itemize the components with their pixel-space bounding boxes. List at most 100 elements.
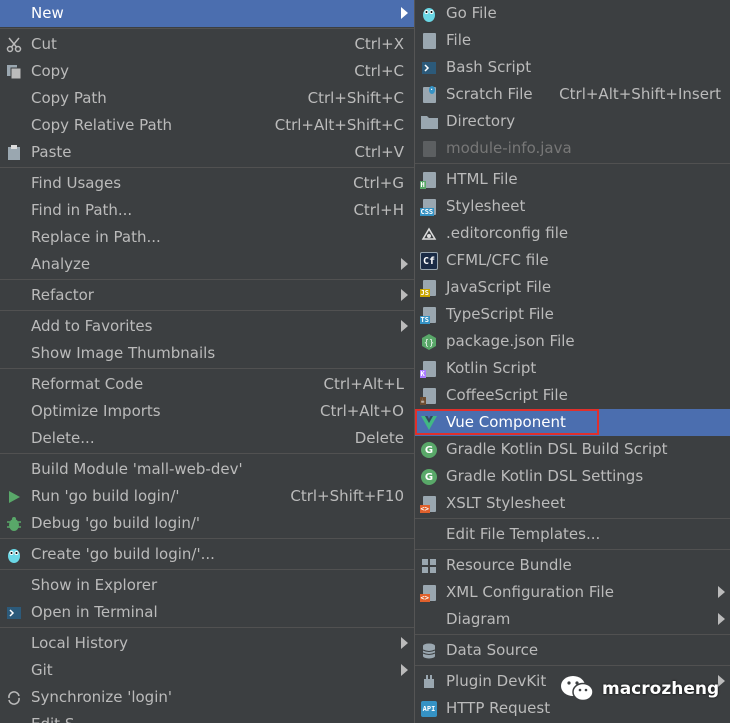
menu-item-label: Create 'go build login/'...: [31, 545, 215, 563]
main_menu-item-paste[interactable]: Paste Ctrl+V: [0, 139, 414, 166]
menu-item-label: Analyze: [31, 255, 91, 273]
context-menu: New Cut Ctrl+X Copy Ctrl+C Copy Path Ctrl+Shif…: [0, 0, 414, 723]
kotlin-icon: K: [419, 360, 438, 378]
menu-item-shortcut: Ctrl+Alt+Shift+Insert: [559, 85, 721, 103]
sub_menu-item-javascript-file[interactable]: JS JavaScript File: [415, 274, 730, 301]
main_menu-item-optimize-imports[interactable]: Optimize Imports Ctrl+Alt+O: [0, 398, 414, 425]
menu-item-shortcut: Ctrl+X: [354, 35, 404, 53]
sub_menu-item-gradle-kotlin-dsl-build-script[interactable]: G Gradle Kotlin DSL Build Script: [415, 436, 730, 463]
main_menu-item-open-in-terminal[interactable]: Open in Terminal: [0, 599, 414, 626]
menu-item-label: XML Configuration File: [446, 583, 614, 601]
main_menu-item-show-in-explorer[interactable]: Show in Explorer: [0, 572, 414, 599]
submenu-arrow-icon: [718, 613, 725, 625]
sub_menu-item-file[interactable]: File: [415, 27, 730, 54]
menu-item-label: Optimize Imports: [31, 402, 161, 420]
main_menu-item-find-usages[interactable]: Find Usages Ctrl+G: [0, 170, 414, 197]
sync-icon: [5, 689, 23, 707]
menu-item-label: XSLT Stylesheet: [446, 494, 566, 512]
menu-item-label: Find in Path...: [31, 201, 133, 219]
menu-item-label: Gradle Kotlin DSL Settings: [446, 467, 644, 485]
main_menu-item-cut[interactable]: Cut Ctrl+X: [0, 31, 414, 58]
main_menu-item-analyze[interactable]: Analyze: [0, 251, 414, 278]
terminal-icon: [420, 59, 438, 77]
main_menu-item-build-module-mall-web-dev[interactable]: Build Module 'mall-web-dev': [0, 456, 414, 483]
menu-item-label: Open in Terminal: [31, 603, 158, 621]
sub_menu-item-diagram[interactable]: Diagram: [415, 606, 730, 633]
sub_menu-item-bash-script[interactable]: Bash Script: [415, 54, 730, 81]
sub_menu-item-cfml-cfc-file[interactable]: Cf CFML/CFC file: [415, 247, 730, 274]
sub_menu-item-data-source[interactable]: Data Source: [415, 637, 730, 664]
menu-item-label: Plugin DevKit: [446, 672, 547, 690]
menu-item-label: File: [446, 31, 472, 49]
highlight-box: [415, 409, 599, 435]
menu-item-label: Edit S...: [31, 715, 89, 723]
menu-item-shortcut: Ctrl+Shift+F10: [290, 487, 404, 505]
main_menu-item-copy[interactable]: Copy Ctrl+C: [0, 58, 414, 85]
main_menu-item-copy-path[interactable]: Copy Path Ctrl+Shift+C: [0, 85, 414, 112]
menu-item-label: Synchronize 'login': [31, 688, 173, 706]
submenu-arrow-icon: [401, 258, 408, 270]
sub_menu-item-scratch-file[interactable]: · Scratch File Ctrl+Alt+Shift+Insert: [415, 81, 730, 108]
svg-text:{}: {}: [424, 338, 434, 347]
main_menu-item-new[interactable]: New: [0, 0, 414, 27]
sub_menu-item-gradle-kotlin-dsl-settings[interactable]: G Gradle Kotlin DSL Settings: [415, 463, 730, 490]
sub_menu-item-xslt-stylesheet[interactable]: <> XSLT Stylesheet: [415, 490, 730, 517]
menu-item-shortcut: Ctrl+Alt+L: [323, 375, 405, 393]
watermark-text: macrozheng: [602, 679, 720, 699]
menu-item-shortcut: Ctrl+H: [353, 201, 404, 219]
sub_menu-item-xml-configuration-file[interactable]: <> XML Configuration File: [415, 579, 730, 606]
menu-item-label: Local History: [31, 634, 129, 652]
main_menu-item-add-to-favorites[interactable]: Add to Favorites: [0, 313, 414, 340]
main_menu-item-show-image-thumbnails[interactable]: Show Image Thumbnails: [0, 340, 414, 367]
menu-separator: [0, 538, 414, 539]
main_menu-item-run-go-build-login[interactable]: Run 'go build login/' Ctrl+Shift+F10: [0, 483, 414, 510]
menu-item-label: Refactor: [31, 286, 94, 304]
nodejs-icon: {}: [420, 333, 438, 351]
menu-item-shortcut: Ctrl+Alt+Shift+C: [274, 116, 404, 134]
sub_menu-item-editorconfig-file[interactable]: .editorconfig file: [415, 220, 730, 247]
copy-icon: [5, 63, 23, 81]
sub_menu-item-edit-file-templates[interactable]: Edit File Templates...: [415, 521, 730, 548]
go-gopher-icon: [420, 5, 438, 23]
main_menu-item-find-in-path[interactable]: Find in Path... Ctrl+H: [0, 197, 414, 224]
main_menu-item-create-go-build-login[interactable]: Create 'go build login/'...: [0, 541, 414, 568]
js-file-icon: JS: [419, 279, 438, 297]
main_menu-item-replace-in-path[interactable]: Replace in Path...: [0, 224, 414, 251]
menu-item-shortcut: Ctrl+Shift+C: [307, 89, 404, 107]
menu-item-label: Directory: [446, 112, 516, 130]
sub_menu-item-package-json-file[interactable]: {} package.json File: [415, 328, 730, 355]
sub_menu-item-coffeescript-file[interactable]: ☕ CoffeeScript File: [415, 382, 730, 409]
submenu-arrow-icon: [401, 7, 408, 19]
new-submenu: Go File File Bash Script · Scratch File Ctrl+…: [414, 0, 730, 723]
sub_menu-item-html-file[interactable]: H HTML File: [415, 166, 730, 193]
sub_menu-item-kotlin-script[interactable]: K Kotlin Script: [415, 355, 730, 382]
sub_menu-item-go-file[interactable]: Go File: [415, 0, 730, 27]
main_menu-item-reformat-code[interactable]: Reformat Code Ctrl+Alt+L: [0, 371, 414, 398]
main_menu-item-synchronize-login[interactable]: Synchronize 'login': [0, 684, 414, 711]
sub_menu-item-module-info-java: module-info.java: [415, 135, 730, 162]
main_menu-item-edit-s[interactable]: Edit S...: [0, 711, 414, 723]
main_menu-item-debug-go-build-login[interactable]: Debug 'go build login/': [0, 510, 414, 537]
watermark: macrozheng: [560, 674, 719, 704]
menu-item-label: Gradle Kotlin DSL Build Script: [446, 440, 668, 458]
debug-icon: [5, 515, 23, 533]
xml-file-icon: <>: [419, 584, 438, 602]
sub_menu-item-vue-component[interactable]: Vue Component: [415, 409, 730, 436]
folder-icon: [420, 113, 438, 131]
menu-separator: [415, 634, 730, 635]
menu-item-label: Stylesheet: [446, 197, 526, 215]
sub_menu-item-typescript-file[interactable]: TS TypeScript File: [415, 301, 730, 328]
main_menu-item-git[interactable]: Git: [0, 657, 414, 684]
main_menu-item-copy-relative-path[interactable]: Copy Relative Path Ctrl+Alt+Shift+C: [0, 112, 414, 139]
menu-item-label: .editorconfig file: [446, 224, 569, 242]
sub_menu-item-resource-bundle[interactable]: Resource Bundle: [415, 552, 730, 579]
main_menu-item-delete[interactable]: Delete... Delete: [0, 425, 414, 452]
sub_menu-item-directory[interactable]: Directory: [415, 108, 730, 135]
sub_menu-item-stylesheet[interactable]: CSS Stylesheet: [415, 193, 730, 220]
gradle-icon: G: [420, 441, 438, 459]
css-file-icon: CSS: [419, 198, 438, 216]
main_menu-item-refactor[interactable]: Refactor: [0, 282, 414, 309]
menu-separator: [0, 569, 414, 570]
menu-item-label: CFML/CFC file: [446, 251, 549, 269]
main_menu-item-local-history[interactable]: Local History: [0, 630, 414, 657]
